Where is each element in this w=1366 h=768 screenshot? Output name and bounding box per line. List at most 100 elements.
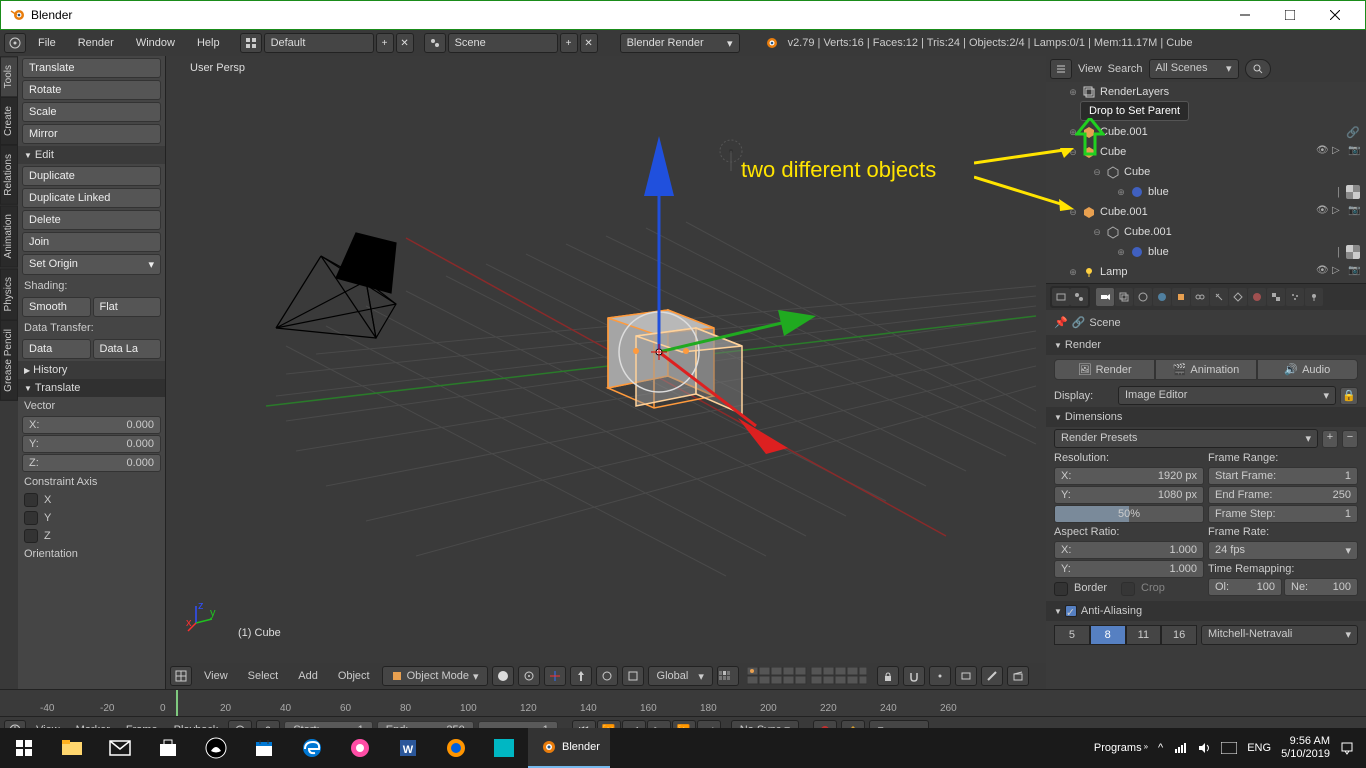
task-unreal-icon[interactable] — [192, 728, 240, 768]
close-button[interactable] — [1312, 1, 1357, 29]
outliner-search-icon[interactable] — [1245, 59, 1271, 79]
manipulator-scale-icon[interactable] — [622, 666, 644, 686]
scale-button[interactable]: Scale — [22, 102, 161, 122]
viewport-menu-select[interactable]: Select — [240, 668, 287, 684]
remove-preset-button[interactable]: − — [1342, 430, 1358, 448]
tab-scene-icon[interactable] — [1070, 288, 1088, 306]
layers-icon[interactable] — [717, 666, 739, 686]
vector-x-field[interactable]: X:0.000 — [22, 416, 161, 434]
render-section-header[interactable]: Render — [1046, 335, 1366, 355]
tab-particles-icon[interactable] — [1286, 288, 1304, 306]
mode-dropdown[interactable]: Object Mode▾ — [382, 666, 488, 686]
delete-button[interactable]: Delete — [22, 210, 161, 230]
rotate-button[interactable]: Rotate — [22, 80, 161, 100]
res-pct-field[interactable]: 50% — [1054, 505, 1204, 523]
tray-volume-icon[interactable] — [1197, 741, 1211, 755]
tab-physics[interactable]: Physics — [0, 268, 18, 320]
tray-lang[interactable]: ENG — [1247, 742, 1271, 754]
tab-animation[interactable]: Animation — [0, 205, 18, 267]
dimensions-section-header[interactable]: Dimensions — [1046, 407, 1366, 427]
outliner-row[interactable]: ⊖Cube.001 — [1046, 222, 1366, 242]
vector-y-field[interactable]: Y:0.000 — [22, 435, 161, 453]
selectable-icon[interactable]: ▷ — [1332, 265, 1346, 279]
delete-layout-button[interactable]: ✕ — [396, 33, 414, 53]
scene-link-icon[interactable]: 🔗 — [1072, 316, 1086, 329]
task-calendar-icon[interactable] — [240, 728, 288, 768]
duplicate-button[interactable]: Duplicate — [22, 166, 161, 186]
tab-modifiers-icon[interactable] — [1210, 288, 1228, 306]
samples-8[interactable]: 8 — [1090, 625, 1126, 645]
shading-solid-icon[interactable] — [492, 666, 514, 686]
tab-grease-pencil[interactable]: Grease Pencil — [0, 320, 18, 401]
smooth-button[interactable]: Smooth — [22, 297, 91, 317]
frame-step-field[interactable]: Frame Step:1 — [1208, 505, 1358, 523]
layer-buttons[interactable] — [747, 667, 867, 685]
clapperboard-icon[interactable] — [1007, 666, 1029, 686]
aspect-x-field[interactable]: X:1.000 — [1054, 541, 1204, 559]
outliner-row[interactable]: ⊖Cube — [1046, 162, 1366, 182]
3d-viewport[interactable]: User Persp (1) Cube — [166, 56, 1046, 689]
menu-help[interactable]: Help — [187, 33, 230, 53]
viewport-editor-type-icon[interactable] — [170, 666, 192, 686]
outliner-row[interactable]: ⊖Cube.001👁▷📷 — [1046, 202, 1366, 222]
pin-icon[interactable]: 📌 — [1054, 316, 1068, 329]
selectable-icon[interactable]: ▷ — [1332, 205, 1346, 219]
tab-render-icon[interactable] — [1052, 288, 1070, 306]
tab-scene-props-icon[interactable] — [1134, 288, 1152, 306]
tray-expand-icon[interactable]: ^ — [1158, 742, 1163, 754]
constraint-x-check[interactable]: X — [18, 491, 165, 509]
snap-icon[interactable] — [903, 666, 925, 686]
tab-physics-icon[interactable] — [1305, 288, 1323, 306]
task-word-icon[interactable]: W — [384, 728, 432, 768]
outliner-editor-type-icon[interactable] — [1050, 59, 1072, 79]
mirror-button[interactable]: Mirror — [22, 124, 161, 144]
task-firefox-icon[interactable] — [432, 728, 480, 768]
screen-layout-dropdown[interactable]: Default — [264, 33, 374, 53]
viewport-menu-add[interactable]: Add — [290, 668, 326, 684]
tab-texture-icon[interactable] — [1267, 288, 1285, 306]
snap-type-icon[interactable] — [929, 666, 951, 686]
pivot-dropdown-icon[interactable] — [518, 666, 540, 686]
breadcrumb-scene[interactable]: Scene — [1089, 317, 1120, 329]
aa-filter-dropdown[interactable]: Mitchell-Netravali▾ — [1201, 625, 1358, 645]
renderable-icon[interactable]: 📷 — [1348, 265, 1362, 279]
constraint-y-check[interactable]: Y — [18, 509, 165, 527]
tab-tools[interactable]: Tools — [0, 56, 18, 97]
duplicate-linked-button[interactable]: Duplicate Linked — [22, 188, 161, 208]
task-explorer-icon[interactable] — [48, 728, 96, 768]
tab-world-icon[interactable] — [1153, 288, 1171, 306]
task-krita-icon[interactable] — [336, 728, 384, 768]
manipulator-translate-icon[interactable] — [570, 666, 592, 686]
translate-button[interactable]: Translate — [22, 58, 161, 78]
old-field[interactable]: Ol:100 — [1208, 578, 1282, 596]
aa-check[interactable]: ✓ — [1065, 605, 1077, 617]
outliner-filter-dropdown[interactable]: All Scenes▾ — [1149, 59, 1239, 79]
tab-create[interactable]: Create — [0, 97, 18, 145]
border-check[interactable] — [1054, 582, 1068, 596]
renderable-icon[interactable]: 📷 — [1348, 205, 1362, 219]
manipulator-toggle-icon[interactable] — [544, 666, 566, 686]
outliner-row[interactable]: ⊕Lamp👁▷📷 — [1046, 262, 1366, 282]
manipulator-rotate-icon[interactable] — [596, 666, 618, 686]
crop-check[interactable] — [1121, 582, 1135, 596]
orientation-dropdown[interactable]: Global▾ — [648, 666, 713, 686]
timeline-ruler[interactable]: -40-200204060801001201401601802002202402… — [0, 689, 1366, 717]
add-scene-button[interactable]: + — [560, 33, 578, 53]
set-origin-dropdown[interactable]: Set Origin▾ — [22, 254, 161, 275]
visibility-icon[interactable]: 👁 — [1316, 205, 1330, 219]
history-panel-header[interactable]: History — [18, 361, 165, 379]
tab-relations[interactable]: Relations — [0, 145, 18, 205]
editor-type-icon[interactable] — [4, 33, 26, 53]
outliner-row[interactable]: ⊕RenderLayers — [1046, 82, 1366, 102]
render-presets-dropdown[interactable]: Render Presets▾ — [1054, 429, 1318, 448]
task-mail-icon[interactable] — [96, 728, 144, 768]
render-button[interactable]: 🖼Render — [1054, 359, 1155, 380]
outliner-row[interactable]: ⊕blue| — [1046, 242, 1366, 262]
render-engine-dropdown[interactable]: Blender Render▾ — [620, 33, 740, 53]
renderable-icon[interactable]: 📷 — [1348, 145, 1362, 159]
animation-button[interactable]: 🎬Animation — [1155, 359, 1256, 380]
task-store-icon[interactable] — [144, 728, 192, 768]
data-button[interactable]: Data — [22, 339, 91, 359]
tab-data-icon[interactable] — [1229, 288, 1247, 306]
visibility-icon[interactable]: 👁 — [1316, 265, 1330, 279]
